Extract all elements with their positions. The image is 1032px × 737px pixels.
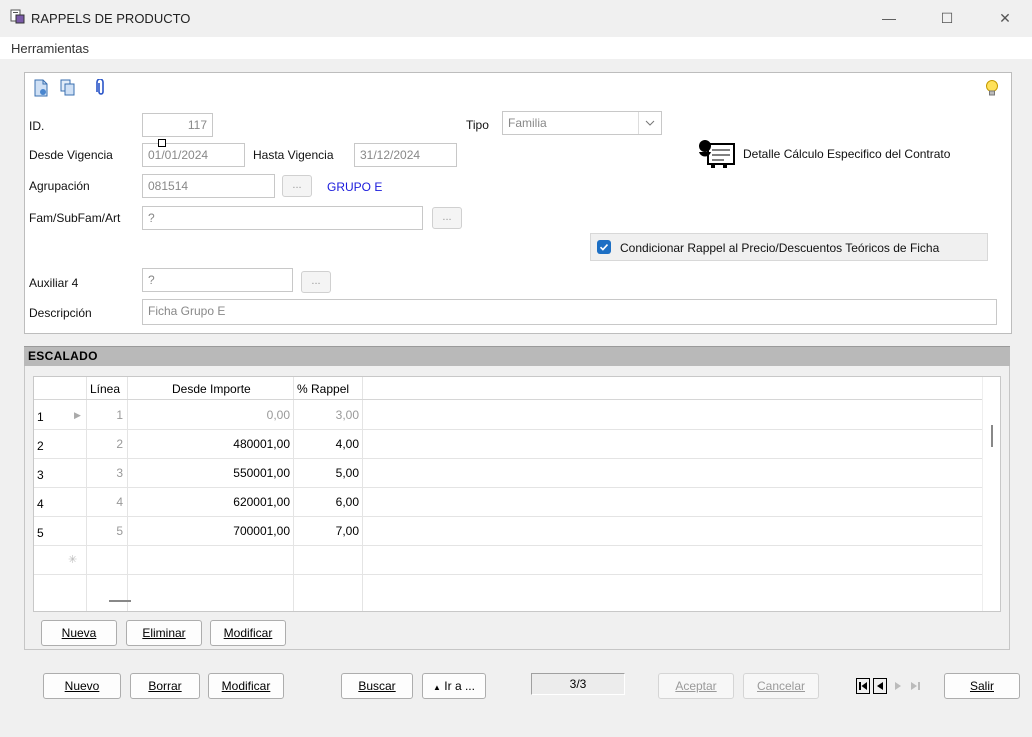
copy-icon[interactable] — [60, 79, 76, 97]
salir-button[interactable]: Salir — [944, 673, 1020, 699]
fam-label: Fam/SubFam/Art — [29, 211, 121, 225]
agrupacion-field[interactable]: 081514 — [142, 174, 275, 198]
id-field[interactable]: 117 — [142, 113, 213, 137]
modificar-line-button[interactable]: Modificar — [210, 620, 286, 646]
aceptar-label: Aceptar — [675, 679, 717, 693]
descripcion-field[interactable]: Ficha Grupo E — [142, 299, 997, 325]
cell-importe[interactable]: 480001,00 — [128, 437, 290, 451]
condicionar-label[interactable]: Condicionar Rappel al Precio/Descuentos … — [620, 241, 939, 255]
modificar-line-label: Modificar — [223, 626, 273, 640]
borrar-button[interactable]: Borrar — [130, 673, 200, 699]
buscar-button[interactable]: Buscar — [341, 673, 413, 699]
agrupacion-label: Agrupación — [29, 179, 90, 193]
previous-record-icon[interactable] — [873, 678, 887, 694]
agrupacion-lookup-button[interactable]: ... — [282, 175, 312, 197]
horizontal-scrollbar-thumb[interactable] — [109, 600, 131, 602]
cancelar-button[interactable]: Cancelar — [743, 673, 819, 699]
vertical-scrollbar[interactable] — [982, 377, 1000, 611]
id-label: ID. — [29, 119, 45, 133]
cell-linea[interactable]: 5 — [87, 524, 123, 538]
auxiliar-lookup-button[interactable]: ... — [301, 271, 331, 293]
modificar-button[interactable]: Modificar — [208, 673, 284, 699]
row-number: 1 — [37, 410, 44, 424]
modificar-label: Modificar — [221, 679, 271, 693]
cell-linea[interactable]: 3 — [87, 466, 123, 480]
auxiliar-field[interactable]: ? — [142, 268, 293, 292]
cell-rappel[interactable]: 6,00 — [294, 495, 359, 509]
cell-rappel[interactable]: 5,00 — [294, 466, 359, 480]
ir-a-button[interactable]: ▲ Ir a ... — [422, 673, 486, 699]
first-record-icon[interactable] — [856, 678, 870, 694]
current-row-indicator-icon: ▶ — [74, 410, 81, 420]
nueva-label: Nueva — [61, 626, 97, 640]
cell-rappel[interactable]: 7,00 — [294, 524, 359, 538]
cell-linea[interactable]: 4 — [87, 495, 123, 509]
row-number: 4 — [37, 497, 44, 511]
detalle-label[interactable]: Detalle Cálculo Especifico del Contrato — [743, 147, 950, 161]
row-number: 2 — [37, 439, 44, 453]
scrollbar-thumb[interactable] — [991, 425, 993, 447]
agrupacion-name: GRUPO E — [327, 180, 383, 194]
auxiliar-label: Auxiliar 4 — [29, 276, 79, 290]
nuevo-label: Nuevo — [64, 679, 100, 693]
column-header-desde-importe[interactable]: Desde Importe — [172, 382, 251, 396]
text-cursor-handle — [158, 139, 166, 147]
cell-linea[interactable]: 1 — [87, 408, 123, 422]
aceptar-button[interactable]: Aceptar — [658, 673, 734, 699]
nueva-button[interactable]: Nueva — [41, 620, 117, 646]
row-number: 5 — [37, 526, 44, 540]
row-number: 3 — [37, 468, 44, 482]
maximize-button[interactable]: ☐ — [924, 6, 970, 32]
escalado-grid[interactable]: Línea Desde Importe % Rappel 1 ▶ 1 0,00 … — [33, 376, 1001, 612]
escalado-title: ESCALADO — [28, 349, 98, 363]
escalado-header-bar — [24, 346, 1010, 367]
chevron-down-icon[interactable] — [638, 112, 661, 134]
nuevo-button[interactable]: Nuevo — [43, 673, 121, 699]
tipo-value: Familia — [508, 116, 547, 130]
eliminar-button[interactable]: Eliminar — [126, 620, 202, 646]
column-header-rappel[interactable]: % Rappel — [297, 382, 349, 396]
next-record-icon[interactable] — [891, 678, 905, 694]
salir-label: Salir — [969, 679, 994, 693]
cell-importe[interactable]: 0,00 — [128, 408, 290, 422]
attachment-icon[interactable] — [96, 78, 106, 97]
ir-a-label: Ir a ... — [444, 679, 475, 693]
cell-importe[interactable]: 700001,00 — [128, 524, 290, 538]
menu-herramientas[interactable]: Herramientas — [11, 41, 89, 56]
lightbulb-icon[interactable] — [984, 79, 1000, 97]
hasta-vigencia-field[interactable]: 31/12/2024 — [354, 143, 457, 167]
eliminar-label: Eliminar — [142, 626, 186, 640]
record-counter: 3/3 — [531, 673, 625, 695]
cell-rappel[interactable]: 3,00 — [294, 408, 359, 422]
hasta-vigencia-label: Hasta Vigencia — [253, 148, 334, 162]
new-row-icon: ✳ — [68, 554, 78, 566]
buscar-label: Buscar — [358, 679, 396, 693]
cell-linea[interactable]: 2 — [87, 437, 123, 451]
fam-lookup-button[interactable]: ... — [432, 207, 462, 229]
new-document-icon[interactable] — [33, 79, 49, 97]
window-title: RAPPELS DE PRODUCTO — [31, 11, 191, 26]
tipo-label: Tipo — [466, 118, 489, 132]
minimize-button[interactable]: — — [866, 6, 912, 32]
descripcion-label: Descripción — [29, 306, 92, 320]
cancelar-label: Cancelar — [756, 679, 806, 693]
condicionar-checkbox[interactable] — [597, 240, 611, 254]
fam-field[interactable]: ? — [142, 206, 423, 230]
desde-vigencia-label: Desde Vigencia — [29, 148, 113, 162]
app-icon — [10, 9, 26, 25]
menu-bar — [0, 37, 1032, 59]
column-header-linea[interactable]: Línea — [90, 382, 120, 396]
last-record-icon[interactable] — [909, 678, 923, 694]
triangle-up-icon: ▲ — [433, 683, 441, 692]
close-button[interactable]: ✕ — [982, 6, 1028, 32]
cell-importe[interactable]: 620001,00 — [128, 495, 290, 509]
cell-rappel[interactable]: 4,00 — [294, 437, 359, 451]
contract-detail-icon[interactable] — [695, 136, 737, 170]
cell-importe[interactable]: 550001,00 — [128, 466, 290, 480]
borrar-label: Borrar — [148, 679, 182, 693]
